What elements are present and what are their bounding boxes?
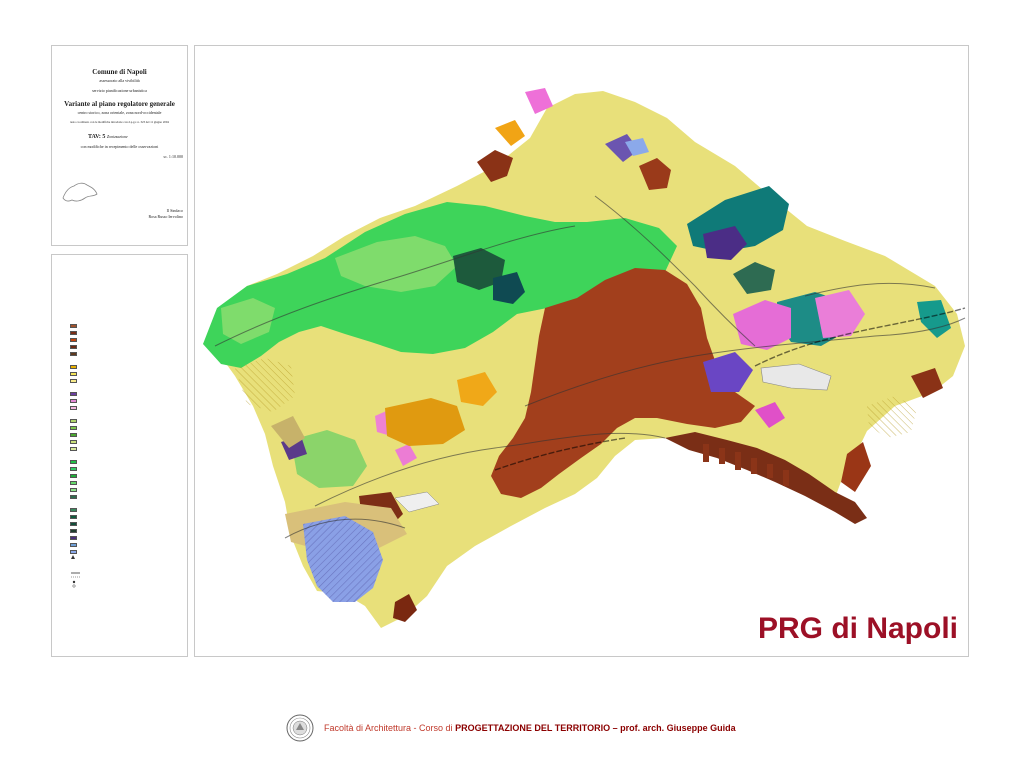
legend-swatch [70, 528, 77, 533]
legend-item [70, 398, 80, 403]
title-block-line: Variante al piano regolatore generale [64, 100, 175, 108]
legend-swatch [70, 542, 77, 547]
legend-item [70, 535, 80, 540]
legend-item [70, 391, 80, 396]
legend-item [70, 439, 80, 444]
title-block-panel: Comune di Napoli assessorato alla vivibi… [51, 45, 188, 246]
legend-item [70, 528, 80, 533]
legend-swatch [70, 323, 77, 328]
title-block-line: con modifiche in recepimento delle osser… [80, 144, 159, 149]
legend-swatch [70, 514, 77, 519]
legend-swatch [70, 507, 77, 512]
legend-swatch [70, 439, 77, 444]
footer-course: PROGETTAZIONE DEL TERRITORIO – prof. arc… [455, 723, 736, 733]
legend-swatch [70, 337, 77, 342]
title-block-line: servizio pianificazione urbanistica [92, 88, 147, 93]
title-block-line: Comune di Napoli [92, 68, 147, 76]
legend-swatch [70, 487, 77, 492]
legend-swatch [70, 446, 77, 451]
legend-swatch [70, 378, 77, 383]
legend-symbols [71, 555, 80, 588]
legend-item [70, 432, 80, 437]
legend-swatch [70, 364, 77, 369]
legend-swatch [70, 432, 77, 437]
legend-item [70, 480, 80, 485]
city-outline-thumbnail [62, 182, 98, 202]
legend-swatch [70, 398, 77, 403]
title-block-line: centro storico, zona orientale, zona nor… [77, 110, 162, 115]
title-block-scale: sc. 1:10.000 [163, 154, 183, 159]
legend-swatch [70, 473, 77, 478]
legend-swatch [70, 425, 77, 430]
zoning-map [203, 88, 966, 628]
legend-swatch [70, 405, 77, 410]
legend-item [70, 405, 80, 410]
zone-orange [495, 120, 525, 146]
legend-item [70, 330, 80, 335]
title-block-line: assessorato alla vivibilità [99, 78, 140, 83]
title-block-tav: TAV: 5 Zonizzazione [88, 134, 128, 140]
legend-item [70, 337, 80, 342]
legend-item [70, 446, 80, 451]
legend-item [70, 514, 80, 519]
footer-text: Facoltà di Architettura - Corso di PROGE… [324, 723, 736, 733]
legend-swatch [70, 459, 77, 464]
legend-item [70, 323, 80, 328]
map-panel: PRG di Napoli [194, 45, 969, 657]
legend-swatch [70, 418, 77, 423]
footer: Facoltà di Architettura - Corso di PROGE… [286, 713, 736, 743]
legend-item [70, 507, 80, 512]
legend-item [70, 371, 80, 376]
legend-item [70, 466, 80, 471]
legend-item [70, 473, 80, 478]
legend-item [70, 351, 80, 356]
legend-item [70, 521, 80, 526]
legend-swatch [70, 535, 77, 540]
legend-item [70, 364, 80, 369]
title-block-signature: Il Sindaco [166, 208, 183, 213]
map-title: PRG di Napoli [757, 612, 958, 645]
legend-item [70, 542, 80, 547]
legend-item [70, 344, 80, 349]
legend-swatch [70, 344, 77, 349]
legend-item [70, 487, 80, 492]
legend-item [70, 425, 80, 430]
legend-item [70, 418, 80, 423]
legend-swatch [70, 521, 77, 526]
legend-swatch [70, 371, 77, 376]
university-seal-icon [286, 714, 314, 742]
title-block-signature: Rosa Russo Iervolino [148, 214, 183, 219]
legend-swatch [70, 494, 77, 499]
legend-panel [51, 254, 188, 657]
legend-swatch [70, 466, 77, 471]
legend-swatch [70, 330, 77, 335]
title-block-line: testo coordinato con le modifiche introd… [70, 120, 169, 124]
legend-swatch [70, 351, 77, 356]
footer-faculty: Facoltà di Architettura [324, 723, 412, 733]
legend-item [70, 378, 80, 383]
legend-swatch [70, 391, 77, 396]
footer-separator: - Corso di [411, 723, 456, 733]
legend-item [70, 459, 80, 464]
legend-item [70, 494, 80, 499]
legend-swatch [70, 480, 77, 485]
